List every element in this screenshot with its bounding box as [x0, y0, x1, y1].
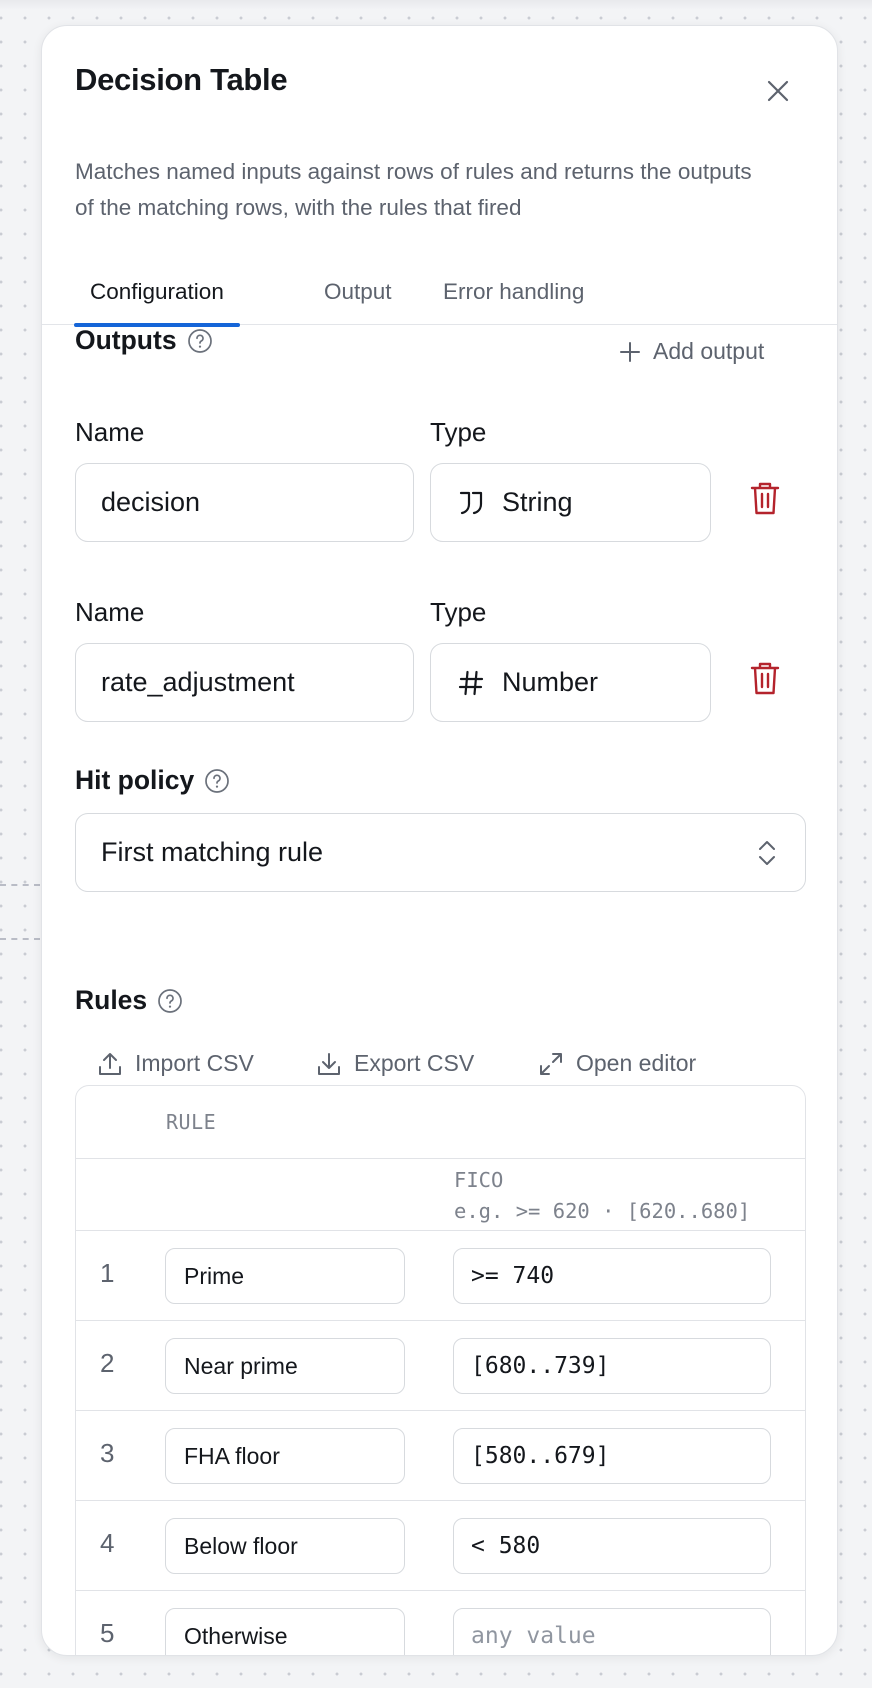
output-name-label: Name — [75, 597, 145, 627]
rule-name-value: Near prime — [184, 1352, 298, 1379]
rule-condition-input[interactable]: >= 740 — [453, 1248, 771, 1304]
rule-condition-input[interactable]: any value — [453, 1608, 771, 1655]
rule-name-input[interactable]: Otherwise — [165, 1608, 405, 1655]
output-name-input[interactable]: rate_adjustment — [75, 643, 414, 722]
panel-description: Matches named inputs against rows of rul… — [75, 159, 752, 220]
outputs-heading: Outputs — [75, 325, 213, 356]
chevron-up-down-icon — [759, 840, 775, 865]
hit-policy-value: First matching rule — [101, 837, 324, 867]
output-type-value: String — [502, 487, 573, 517]
close-icon — [767, 80, 789, 102]
help-icon[interactable] — [157, 988, 183, 1014]
output-type-label: Type — [430, 417, 487, 447]
import-csv-button[interactable]: Import CSV — [97, 1050, 254, 1077]
table-row: 4 Below floor < 580 — [76, 1501, 805, 1591]
rule-condition-input[interactable]: [680..739] — [453, 1338, 771, 1394]
input-column-title: FICO — [454, 1168, 504, 1192]
hash-icon — [458, 670, 484, 695]
rule-condition-value: [680..739] — [471, 1353, 610, 1379]
canvas-edge-connector — [0, 884, 40, 886]
panel-title: Decision Table — [75, 62, 288, 97]
rule-column-header: RULE — [166, 1110, 217, 1134]
rule-name-input[interactable]: Near prime — [165, 1338, 405, 1394]
output-name-input[interactable]: decision — [75, 463, 414, 542]
output-type-value: Number — [502, 667, 599, 697]
download-icon — [318, 1052, 340, 1075]
row-number: 2 — [100, 1348, 115, 1378]
table-row: 1 Prime >= 740 — [76, 1231, 805, 1321]
add-output-label: Add output — [653, 338, 765, 364]
table-header: RULE — [76, 1086, 805, 1159]
plus-icon — [620, 341, 640, 362]
rule-condition-value: [580..679] — [471, 1443, 610, 1469]
row-number: 1 — [100, 1258, 115, 1288]
outputs-title: Outputs — [75, 325, 177, 355]
canvas-edge-connector — [0, 938, 40, 940]
output-name-value: rate_adjustment — [101, 667, 295, 697]
table-row: 5 Otherwise any value — [76, 1591, 805, 1655]
tab-configuration[interactable]: Configuration — [74, 266, 240, 327]
delete-output-button[interactable] — [745, 656, 785, 700]
rule-condition-input[interactable]: < 580 — [453, 1518, 771, 1574]
quote-icon — [459, 491, 483, 514]
export-csv-label: Export CSV — [354, 1050, 475, 1076]
canvas-top-shadow — [0, 0, 872, 10]
export-csv-button[interactable]: Export CSV — [316, 1050, 474, 1077]
delete-output-button[interactable] — [745, 476, 785, 520]
help-icon[interactable] — [204, 768, 230, 794]
rule-name-value: Prime — [184, 1262, 245, 1289]
output-type-select[interactable]: String — [430, 463, 711, 542]
close-button[interactable] — [758, 71, 798, 111]
output-type-label: Type — [430, 597, 487, 627]
help-icon[interactable] — [187, 328, 213, 354]
input-column-hint: e.g. >= 620 · [620..680] — [454, 1199, 751, 1223]
hit-policy-title: Hit policy — [75, 765, 195, 795]
table-row: 3 FHA floor [580..679] — [76, 1411, 805, 1501]
rule-condition-value: >= 740 — [471, 1263, 555, 1289]
rule-condition-input[interactable]: [580..679] — [453, 1428, 771, 1484]
open-editor-label: Open editor — [576, 1050, 697, 1076]
table-subheader: FICO e.g. >= 620 · [620..680] — [76, 1159, 805, 1231]
hit-policy-heading: Hit policy — [75, 765, 230, 796]
row-number: 5 — [100, 1618, 115, 1648]
add-output-button[interactable]: Add output — [619, 338, 764, 365]
table-row: 2 Near prime [680..739] — [76, 1321, 805, 1411]
rules-title: Rules — [75, 985, 148, 1015]
rule-name-value: Below floor — [184, 1532, 298, 1559]
upload-icon — [99, 1052, 121, 1075]
rule-condition-placeholder: any value — [471, 1623, 596, 1649]
tab-output[interactable]: Output — [308, 266, 408, 325]
rule-name-input[interactable]: Below floor — [165, 1518, 405, 1574]
rule-condition-value: < 580 — [471, 1533, 541, 1559]
trash-icon — [750, 482, 780, 515]
output-type-select[interactable]: Number — [430, 643, 711, 722]
expand-icon — [540, 1052, 562, 1075]
rules-heading: Rules — [75, 985, 183, 1016]
output-name-label: Name — [75, 417, 145, 447]
hit-policy-select[interactable]: First matching rule — [75, 813, 806, 892]
trash-icon — [750, 662, 780, 695]
open-editor-button[interactable]: Open editor — [538, 1050, 696, 1077]
tab-error-handling[interactable]: Error handling — [427, 266, 600, 325]
import-csv-label: Import CSV — [135, 1050, 254, 1076]
rule-name-value: FHA floor — [184, 1442, 280, 1469]
rule-name-input[interactable]: Prime — [165, 1248, 405, 1304]
output-name-value: decision — [101, 487, 201, 517]
rule-name-input[interactable]: FHA floor — [165, 1428, 405, 1484]
row-number: 4 — [100, 1528, 115, 1558]
rules-table: RULE FICO e.g. >= 620 · [620..680] 1 Pri… — [75, 1085, 806, 1655]
tab-bar: Configuration Output Error handling — [42, 266, 837, 327]
node-config-panel: Decision Table Matches named inputs agai… — [41, 25, 838, 1656]
rule-name-value: Otherwise — [184, 1622, 288, 1649]
row-number: 3 — [100, 1438, 115, 1468]
